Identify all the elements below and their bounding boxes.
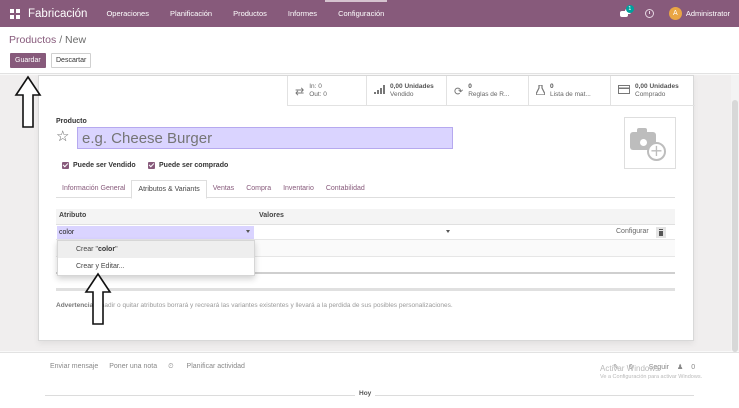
log-note-button[interactable]: Poner una nota bbox=[109, 363, 157, 371]
breadcrumb-productos[interactable]: Productos bbox=[9, 34, 56, 46]
bom-count: 0 bbox=[550, 83, 554, 90]
schedule-activity-button[interactable]: ⏲ Planificar actividad bbox=[168, 363, 256, 371]
trash-icon[interactable] bbox=[656, 227, 666, 238]
schedule-activity-label: Planificar actividad bbox=[186, 363, 245, 370]
top-navbar: Fabricación Operaciones Planificación Pr… bbox=[0, 0, 739, 27]
tab-contabilidad[interactable]: Contabilidad bbox=[320, 180, 371, 197]
tab-ventas[interactable]: Ventas bbox=[207, 180, 240, 197]
followers-count: 0 bbox=[691, 364, 696, 371]
stock-in-value: In: 0 bbox=[309, 83, 322, 90]
windows-activation-title: Activar Windows bbox=[600, 364, 660, 373]
reorder-rules-button[interactable]: ⟳ 0 Reglas de R... bbox=[446, 76, 528, 106]
checkbox-checked-icon bbox=[148, 162, 155, 169]
exchange-icon: ⇄ bbox=[295, 85, 305, 98]
reorder-rules-label: Reglas de R... bbox=[468, 91, 510, 98]
product-name-input[interactable] bbox=[77, 127, 453, 149]
discard-button[interactable]: Descartar bbox=[51, 53, 92, 68]
can-be-purchased-label: Puede ser comprado bbox=[159, 162, 229, 169]
create-option-prefix: Crear " bbox=[76, 246, 98, 253]
star-icon[interactable]: ☆ bbox=[56, 128, 69, 144]
reorder-rules-count: 0 bbox=[468, 83, 472, 90]
can-be-sold-label: Puede ser Vendido bbox=[73, 162, 136, 169]
create-option[interactable]: Crear "color" bbox=[58, 241, 254, 258]
purchased-label: Comprado bbox=[635, 91, 666, 98]
attribute-input[interactable]: color bbox=[57, 226, 254, 239]
create-option-term: color bbox=[97, 246, 116, 253]
product-label: Producto bbox=[56, 118, 87, 125]
breadcrumb-separator: / bbox=[56, 34, 66, 46]
column-valores[interactable]: Valores bbox=[259, 212, 284, 219]
autocomplete-dropdown: Crear "color" Crear y Editar... bbox=[57, 240, 255, 276]
chevron-down-icon[interactable] bbox=[446, 230, 450, 233]
checkbox-checked-icon bbox=[62, 162, 69, 169]
app-brand[interactable]: Fabricación bbox=[28, 8, 87, 20]
stock-moves-button[interactable]: ⇄ In: 0 Out: 0 bbox=[287, 76, 366, 106]
tab-atributos-variants[interactable]: Atributos & Variants bbox=[131, 180, 207, 199]
warning-text: añadir o quitar atributos borrará y recr… bbox=[95, 302, 453, 309]
refresh-icon: ⟳ bbox=[454, 85, 464, 98]
scrollbar-thumb[interactable] bbox=[732, 100, 738, 352]
user-icon: ♟ bbox=[676, 364, 684, 371]
clock-icon[interactable] bbox=[644, 9, 654, 18]
purchased-button[interactable]: 0,00 Unidades Comprado bbox=[610, 76, 695, 106]
table-row[interactable]: color Configurar bbox=[56, 225, 675, 240]
user-avatar[interactable]: A bbox=[668, 7, 682, 20]
variants-warning: Advertencia: añadir o quitar atributos b… bbox=[56, 302, 696, 309]
bom-label: Lista de mat... bbox=[550, 91, 591, 98]
menu-item-informes[interactable]: Informes bbox=[288, 9, 317, 18]
menu-item-productos[interactable]: Productos bbox=[233, 9, 267, 18]
can-be-purchased-checkbox[interactable]: Puede ser comprado bbox=[148, 162, 228, 169]
form-tabs: Información General Atributos & Variants… bbox=[56, 180, 675, 199]
control-panel: Productos / New Guardar Descartar bbox=[0, 27, 739, 74]
menu-item-configuracion[interactable]: Configuración bbox=[338, 9, 384, 18]
up-arrow-annotation-icon bbox=[14, 75, 42, 128]
credit-card-icon bbox=[618, 85, 630, 97]
attributes-table-header: Atributo Valores bbox=[56, 209, 675, 225]
up-arrow-annotation-icon bbox=[84, 272, 112, 325]
table-footer bbox=[56, 288, 675, 291]
create-option-suffix: " bbox=[115, 246, 118, 253]
column-atributo[interactable]: Atributo bbox=[59, 212, 86, 219]
chatter-panel: Enviar mensaje Poner una nota ⏲ Planific… bbox=[0, 352, 739, 408]
tab-inventario[interactable]: Inventario bbox=[277, 180, 320, 197]
main-menu: Operaciones Planificación Productos Info… bbox=[106, 9, 405, 18]
breadcrumb: Productos / New bbox=[9, 34, 86, 46]
bom-button[interactable]: 0 Lista de mat... bbox=[528, 76, 610, 106]
chat-icon[interactable]: 1 bbox=[619, 5, 634, 18]
nav-accent-line bbox=[325, 0, 387, 2]
nav-right-tools: 1 A Administrator bbox=[619, 0, 730, 27]
breadcrumb-current: New bbox=[65, 34, 87, 46]
notification-badge: 1 bbox=[625, 5, 634, 13]
tab-compra[interactable]: Compra bbox=[240, 180, 277, 197]
stock-out-value: Out: 0 bbox=[309, 91, 327, 98]
menu-item-planificacion[interactable]: Planificación bbox=[170, 9, 212, 18]
followers-button[interactable]: ♟ 0 bbox=[677, 363, 703, 371]
can-be-sold-checkbox[interactable]: Puede ser Vendido bbox=[62, 162, 136, 169]
bar-chart-icon bbox=[374, 85, 385, 97]
windows-activation-text: Ve a Configuración para activar Windows. bbox=[600, 374, 703, 380]
smart-button-bar: ⇄ In: 0 Out: 0 0,00 Unidades Vendido ⟳ 0 Re… bbox=[287, 76, 695, 106]
tab-informacion-general[interactable]: Información General bbox=[56, 180, 131, 197]
configure-link[interactable]: Configurar bbox=[616, 228, 649, 235]
sold-label: Vendido bbox=[390, 91, 414, 98]
clock-icon: ⏲ bbox=[168, 363, 174, 370]
product-image[interactable]: + bbox=[624, 117, 676, 169]
purchased-qty: 0,00 Unidades bbox=[635, 83, 679, 90]
add-image-plus-icon: + bbox=[647, 142, 666, 161]
menu-item-operaciones[interactable]: Operaciones bbox=[106, 9, 149, 18]
sold-qty: 0,00 Unidades bbox=[390, 83, 434, 90]
flask-icon bbox=[535, 83, 546, 98]
user-name[interactable]: Administrator bbox=[686, 9, 730, 18]
today-label: Hoy bbox=[355, 390, 376, 397]
chevron-down-icon[interactable] bbox=[246, 230, 250, 233]
send-message-button[interactable]: Enviar mensaje bbox=[50, 363, 98, 371]
apps-grid-icon[interactable] bbox=[10, 8, 20, 19]
chatter-actions: Enviar mensaje Poner una nota ⏲ Planific… bbox=[50, 363, 267, 371]
save-button[interactable]: Guardar bbox=[10, 53, 46, 68]
sold-button[interactable]: 0,00 Unidades Vendido bbox=[366, 76, 446, 106]
